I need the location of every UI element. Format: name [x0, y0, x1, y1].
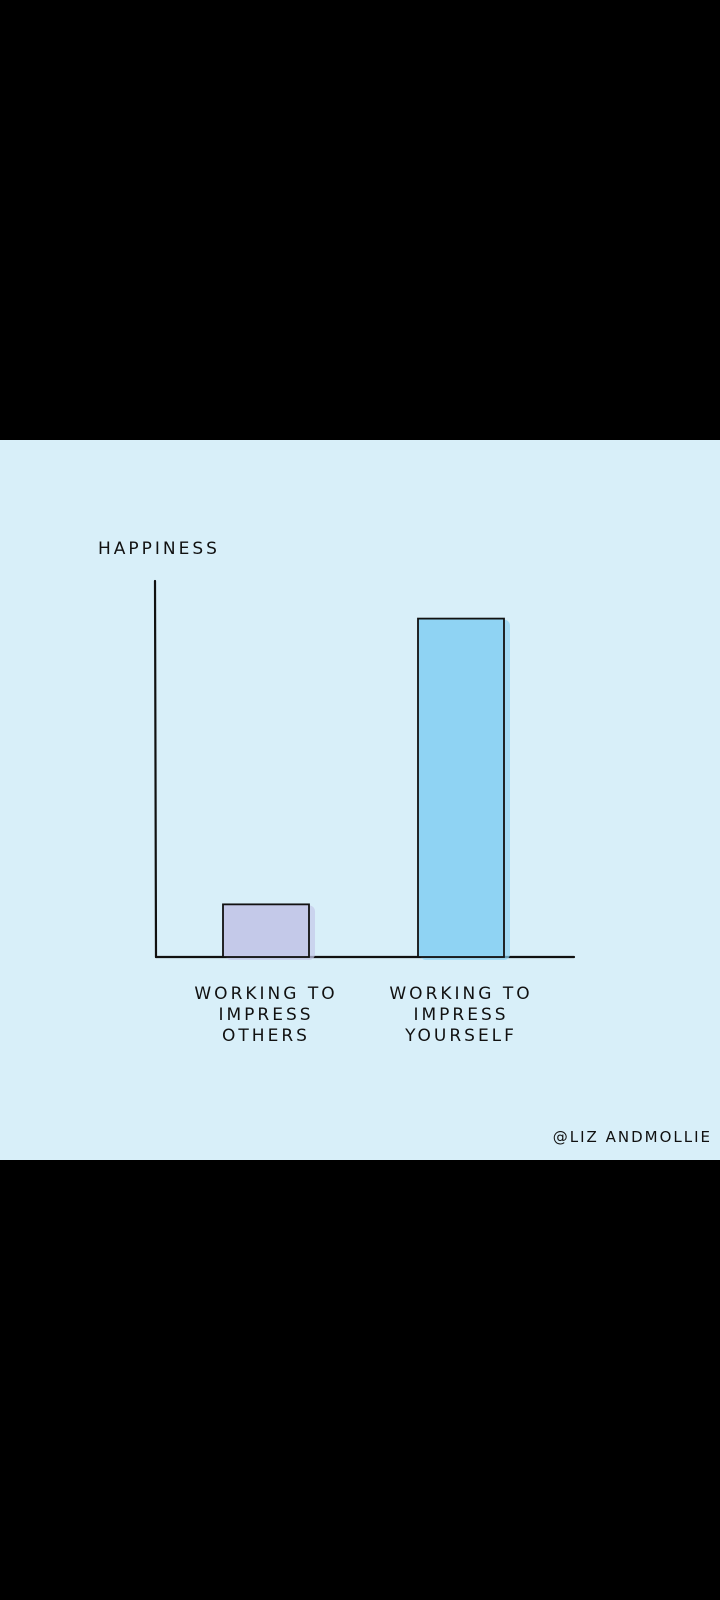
comic-panel: HAPPINESS WORKING TO IMPRESS OTHERS WORKING…	[0, 440, 720, 1160]
bar-chart: HAPPINESS WORKING TO IMPRESS OTHERSWORKING…	[98, 539, 576, 1046]
bar-2	[417, 617, 505, 958]
y-axis-label: HAPPINESS	[98, 539, 220, 559]
bar-1	[222, 903, 310, 958]
y-axis-line	[153, 579, 158, 959]
bars-group	[222, 617, 510, 960]
x-tick-labels: WORKING TO IMPRESS OTHERS WORKING TO IMPRESS…	[194, 984, 532, 1046]
author-credit: @LIZ ANDMOLLIE	[552, 1128, 712, 1146]
x-tick-label-2: WORKING TO IMPRESS YOURSELF	[389, 984, 532, 1046]
x-tick-label-1: WORKING TO IMPRESS OTHERS	[194, 984, 337, 1046]
